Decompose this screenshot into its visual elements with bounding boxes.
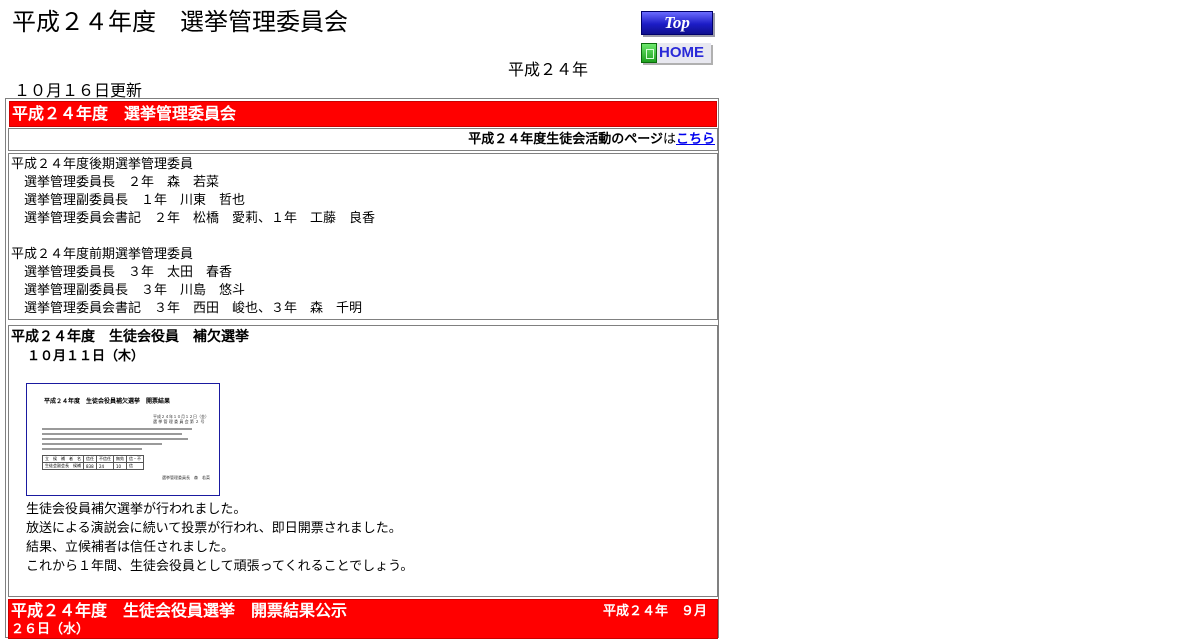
- member-line: [11, 228, 717, 246]
- member-line: 選挙管理副委員長 ３年 川島 悠斗: [11, 283, 246, 298]
- student-council-link-row: 平成２４年度生徒会活動のページはこちら: [8, 128, 718, 151]
- student-council-link[interactable]: こちら: [676, 132, 715, 147]
- member-line: 平成２４年度前期選挙管理委員: [11, 247, 194, 262]
- section-heading: 平成２４年度 選挙管理委員会: [9, 101, 717, 127]
- content-table: 平成２４年度 選挙管理委員会 平成２４年度生徒会活動のページはこちら 平成２４年…: [5, 98, 719, 639]
- notice-signature: 選挙管理委員長 森 若菜: [162, 475, 210, 480]
- notice-text-line: [42, 443, 162, 445]
- notice-header-right: 平成２４年１０月１２日（金） 選 挙 管 理 委 員 会 第 ２ 号: [153, 414, 209, 424]
- link-row-label: 平成２４年度生徒会活動のページ: [468, 132, 663, 147]
- by-election-body: 生徒会役員補欠選挙が行われました。 放送による演説会に続いて投票が行われ、即日開…: [26, 500, 413, 576]
- member-line: 選挙管理委員長 ３年 太田 春香: [11, 265, 233, 280]
- notice-table-cell: 10: [113, 462, 127, 470]
- member-line: 平成２４年度後期選挙管理委員: [11, 157, 194, 172]
- top-button[interactable]: Top: [641, 11, 713, 35]
- body-line: 生徒会役員補欠選挙が行われました。: [26, 502, 247, 517]
- body-line: 結果、立候補者は信任されました。: [26, 540, 235, 555]
- home-square-icon: [641, 43, 657, 63]
- member-line: 選挙管理委員長 ２年 森 若菜: [11, 175, 220, 190]
- home-button-label: HOME: [659, 44, 704, 61]
- notice-table-header: 信任: [83, 455, 97, 463]
- notice-text-line: [42, 428, 192, 430]
- committee-members: 平成２４年度後期選挙管理委員 選挙管理委員長 ２年 森 若菜 選挙管理副委員長 …: [8, 153, 718, 320]
- notice-table-header: 不信任: [96, 455, 114, 463]
- by-election-date: １０月１１日（木）: [27, 349, 145, 364]
- notice-table-cell: 838: [83, 462, 97, 470]
- notice-table-header: 信・不: [126, 455, 144, 463]
- notice-table-cell: 信: [126, 462, 144, 470]
- notice-table-header: 立 候 補 者 名: [42, 455, 84, 463]
- notice-text-line: [42, 438, 188, 440]
- notice-table-cell: 24: [96, 462, 114, 470]
- result-heading-text: 平成２４年度 生徒会役員選挙 開票結果公示: [11, 601, 348, 620]
- notice-text-line: [42, 433, 182, 435]
- by-election-title: 平成２４年度 生徒会役員 補欠選挙: [11, 329, 249, 345]
- result-date-part1: 平成２４年 ９月: [602, 604, 707, 619]
- year-label: 平成２４年: [508, 60, 589, 79]
- election-result-heading: 平成２４年度 生徒会役員選挙 開票結果公示 平成２４年 ９月 ２６日（水）: [8, 599, 718, 639]
- notice-table-cell: 生徒会副会長 候補: [42, 462, 84, 470]
- notice-text-line: [42, 448, 142, 450]
- page-title: 平成２４年度 選挙管理委員会: [12, 8, 348, 36]
- by-election-section: 平成２４年度 生徒会役員 補欠選挙 １０月１１日（木） 平成２４年度 生徒会役員…: [8, 325, 718, 597]
- link-row-particle: は: [662, 132, 676, 147]
- member-line: 選挙管理委員会書記 ３年 西田 峻也、３年 森 千明: [11, 301, 363, 316]
- notice-title: 平成２４年度 生徒会役員補欠選挙 開票結果: [44, 398, 171, 405]
- body-line: これから１年間、生徒会役員として頑張ってくれることでしょう。: [26, 559, 414, 574]
- notice-table: 立 候 補 者 名 信任 不信任 無効 信・不 生徒会副会長 候補 838 24…: [42, 455, 144, 470]
- member-line: 選挙管理副委員長 １年 川東 哲也: [11, 193, 246, 208]
- election-result-notice-image[interactable]: 平成２４年度 生徒会役員補欠選挙 開票結果 平成２４年１０月１２日（金） 選 挙…: [26, 383, 220, 496]
- result-date-part2: ２６日（水）: [11, 622, 90, 637]
- body-line: 放送による演説会に続いて投票が行われ、即日開票されました。: [26, 521, 402, 536]
- member-line: 選挙管理委員会書記 ２年 松橋 愛莉、１年 工藤 良香: [11, 211, 376, 226]
- notice-table-header: 無効: [113, 455, 127, 463]
- home-button[interactable]: HOME: [641, 43, 711, 63]
